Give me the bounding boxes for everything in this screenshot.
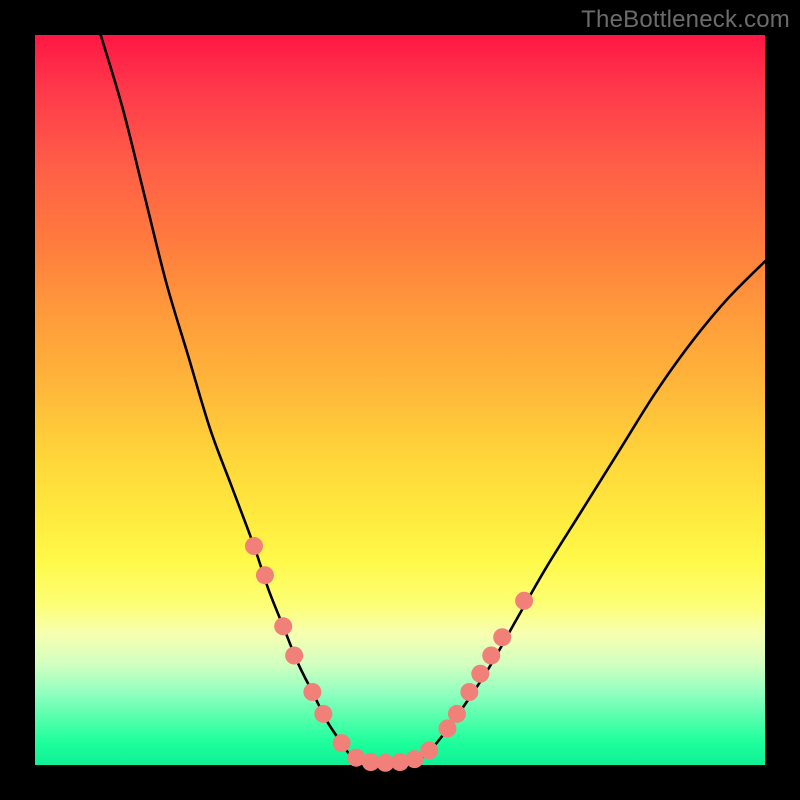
plot-area: [35, 35, 765, 765]
highlight-dot: [245, 537, 263, 555]
bottleneck-curve: [101, 35, 765, 763]
marker-layer: [245, 537, 533, 772]
highlight-dot: [420, 741, 438, 759]
highlight-dot: [256, 566, 274, 584]
highlight-dot: [274, 617, 292, 635]
highlight-dot: [515, 592, 533, 610]
highlight-dot: [471, 665, 489, 683]
chart-svg: [35, 35, 765, 765]
highlight-dot: [314, 705, 332, 723]
curve-layer: [101, 35, 765, 763]
highlight-dot: [482, 647, 500, 665]
watermark-text: TheBottleneck.com: [581, 6, 790, 34]
highlight-dot: [303, 683, 321, 701]
highlight-dot: [460, 683, 478, 701]
chart-frame: TheBottleneck.com: [0, 0, 800, 800]
highlight-dot: [333, 734, 351, 752]
highlight-dot: [448, 705, 466, 723]
highlight-dot: [285, 647, 303, 665]
highlight-dot: [493, 628, 511, 646]
